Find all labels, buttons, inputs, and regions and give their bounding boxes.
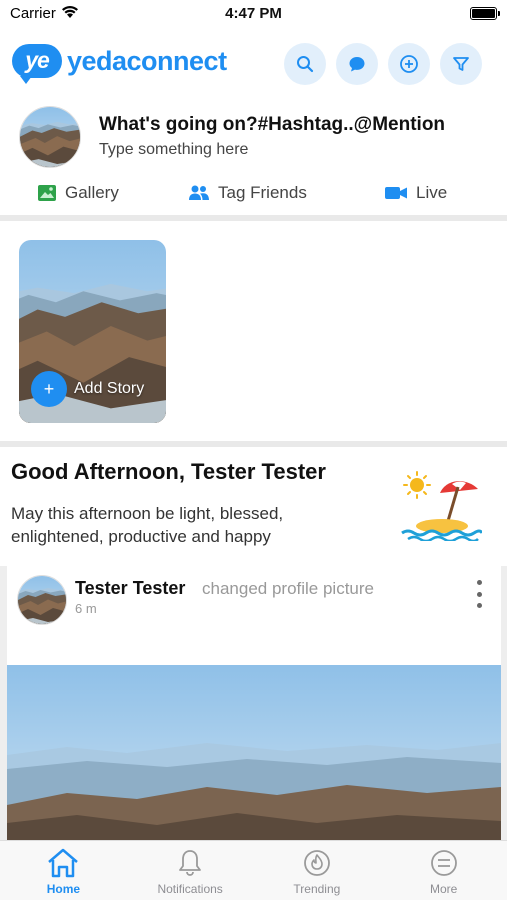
status-bar: Carrier 4:47 PM	[0, 0, 507, 30]
messages-button[interactable]	[336, 43, 378, 85]
section-divider	[0, 215, 507, 221]
greeting-title: Good Afternoon, Tester Tester	[11, 459, 326, 484]
tab-more[interactable]: More	[380, 841, 507, 900]
app-logo[interactable]: ye yedaconnect	[12, 44, 227, 84]
gallery-button[interactable]: Gallery	[37, 183, 119, 203]
post-timestamp: 6 m	[75, 601, 97, 616]
post-composer: What's going on?#Hashtag..@Mention Type …	[0, 100, 507, 215]
post-activity: changed profile picture	[202, 579, 375, 598]
logo-text: yedaconnect	[67, 45, 227, 76]
logo-mark: ye	[12, 44, 62, 84]
plus-icon: +	[31, 371, 67, 407]
tab-notifications[interactable]: Notifications	[127, 841, 254, 900]
tag-friends-button[interactable]: Tag Friends	[188, 183, 307, 203]
add-story-button[interactable]: + Add Story	[31, 371, 144, 407]
chat-icon	[349, 57, 365, 72]
tag-friends-label: Tag Friends	[218, 183, 307, 202]
home-icon	[48, 848, 79, 878]
app-header: ye yedaconnect	[0, 36, 507, 92]
create-button[interactable]	[388, 43, 430, 85]
bell-icon	[179, 850, 202, 876]
post-author-avatar[interactable]	[17, 575, 67, 625]
search-icon	[297, 56, 314, 73]
add-story-card[interactable]: + Add Story	[19, 240, 166, 423]
tag-friends-icon	[189, 185, 209, 200]
filter-button[interactable]	[440, 43, 482, 85]
beach-umbrella-icon	[401, 471, 482, 541]
gallery-icon	[38, 185, 56, 201]
more-icon	[430, 850, 457, 876]
tab-home-label: Home	[46, 882, 81, 896]
composer-prompt[interactable]: What's going on?#Hashtag..@Mention	[99, 114, 445, 136]
tab-home[interactable]: Home	[0, 841, 127, 900]
composer-actions: Gallery Tag Friends Live	[0, 183, 507, 207]
post-author-name[interactable]: Tester Tester	[75, 578, 185, 599]
sun-icon	[403, 471, 431, 499]
more-options-icon[interactable]	[469, 580, 489, 608]
add-story-label: Add Story	[74, 380, 145, 397]
tab-more-label: More	[429, 882, 458, 896]
post-card: Tester Tester changed profile picture 6 …	[7, 566, 501, 840]
filter-icon	[453, 57, 469, 71]
clock: 4:47 PM	[225, 5, 282, 22]
flame-icon	[303, 850, 330, 876]
avatar[interactable]	[19, 106, 81, 168]
live-label: Live	[416, 183, 448, 202]
battery-icon	[470, 7, 500, 20]
greeting-card: Good Afternoon, Tester Tester May this a…	[0, 447, 507, 560]
bottom-tab-bar: Home Notifications Trending More	[0, 840, 507, 900]
stories-row: + Add Story	[0, 222, 507, 440]
tab-trending[interactable]: Trending	[254, 841, 381, 900]
gallery-label: Gallery	[65, 183, 119, 202]
greeting-message: May this afternoon be light, blessed, en…	[11, 504, 284, 546]
add-icon	[400, 55, 418, 73]
tab-trending-label: Trending	[293, 882, 341, 896]
tab-notifications-label: Notifications	[157, 882, 223, 896]
composer-placeholder[interactable]: Type something here	[99, 141, 248, 159]
live-button[interactable]: Live	[384, 183, 447, 203]
search-button[interactable]	[284, 43, 326, 85]
live-video-icon	[385, 187, 407, 199]
post-image[interactable]	[7, 665, 501, 840]
